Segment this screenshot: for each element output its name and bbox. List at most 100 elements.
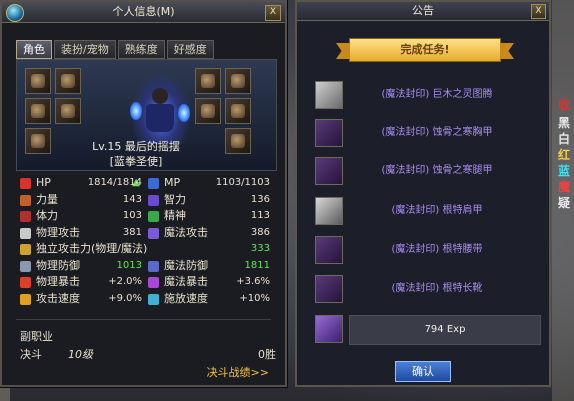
- tab-favorability[interactable]: 好感度: [166, 40, 214, 59]
- totem-icon: [315, 81, 343, 109]
- boots-icon: [315, 275, 343, 303]
- aspd-label: 攻击速度: [36, 291, 80, 305]
- pcrit-value: +2.0%: [108, 276, 142, 287]
- side-text: 收: [557, 98, 570, 112]
- mcrit-label: 魔法暴击: [164, 275, 208, 288]
- side-text: 蓝: [557, 164, 570, 178]
- side-text: 魔: [557, 180, 570, 194]
- quest-item[interactable]: (魔法封印) 根特长靴: [315, 275, 525, 303]
- stat-row: HP ▲ 1814/1814 MP 1103/1103: [16, 175, 275, 192]
- quest-item-text: (魔法封印) 蚀骨之寒胸甲: [381, 127, 493, 138]
- spr-value: 113: [250, 210, 270, 221]
- stat-row: 体力 103 精神 113: [16, 208, 275, 225]
- magic-attack-icon: [148, 227, 159, 239]
- chest-armor-icon: [315, 119, 343, 147]
- side-text: 白: [557, 132, 570, 146]
- character-info-window: 个人信息(M) X 角色 装扮/宠物 熟练度 好感度 Lv.15 最后的摇摆 […: [0, 0, 287, 387]
- vit-value: 103: [122, 210, 142, 221]
- stat-row: 攻击速度 +9.0% 施放速度 +10%: [16, 291, 275, 308]
- close-character-button[interactable]: X: [265, 5, 281, 21]
- character-tabs: 角色 装扮/宠物 熟练度 好感度: [16, 40, 214, 59]
- equip-slot-top[interactable]: [55, 68, 81, 94]
- quest-item[interactable]: (魔法封印) 蚀骨之寒腿甲: [315, 157, 525, 185]
- character-level-name: Lv.15 最后的摇摆: [92, 140, 180, 153]
- vitality-icon: [20, 211, 31, 222]
- side-text: 黑: [557, 116, 570, 130]
- indep-value: 333: [250, 243, 270, 254]
- character-figure: [130, 74, 190, 144]
- vit-label: 体力: [36, 209, 58, 222]
- character-window-title: 个人信息(M): [112, 5, 175, 18]
- book-icon: [315, 315, 343, 343]
- patk-value: 381: [122, 226, 142, 238]
- equip-slot-necklace[interactable]: [225, 98, 251, 124]
- stat-row: 物理攻击 381 魔法攻击 386: [16, 225, 275, 242]
- quest-complete-banner: 完成任务!: [349, 38, 501, 62]
- magic-defense-icon: [148, 260, 159, 272]
- tab-proficiency[interactable]: 熟练度: [117, 40, 165, 59]
- notice-titlebar[interactable]: 公告: [297, 2, 549, 21]
- pdef-value: 1013: [116, 259, 142, 271]
- cspd-label: 施放速度: [164, 291, 208, 305]
- tab-character[interactable]: 角色: [16, 40, 52, 59]
- belt-icon: [315, 236, 343, 264]
- quest-item-text: (魔法封印) 巨木之灵图腾: [381, 89, 493, 100]
- str-label: 力量: [36, 192, 58, 206]
- quest-item-text: (魔法封印) 根特腰带: [391, 244, 483, 255]
- matk-value: 386: [250, 226, 270, 238]
- strength-icon: [20, 194, 31, 206]
- duel-record-link[interactable]: 决斗战绩>>: [207, 364, 269, 380]
- equip-slot-bracelet[interactable]: [195, 98, 221, 124]
- aspd-value: +9.0%: [108, 292, 142, 304]
- equip-slot-ring[interactable]: [225, 128, 251, 154]
- hp-value: 1814/1814: [87, 177, 142, 188]
- mp-label: MP: [164, 176, 181, 189]
- intelligence-icon: [148, 194, 159, 206]
- equip-slot-title[interactable]: [225, 68, 251, 94]
- equip-slot-pants[interactable]: [25, 98, 51, 124]
- duel-level: 10级: [68, 348, 93, 361]
- close-notice-button[interactable]: X: [531, 4, 546, 19]
- physical-crit-icon: [20, 277, 31, 288]
- mp-icon: [148, 178, 159, 189]
- int-value: 136: [250, 193, 270, 205]
- stats-list: HP ▲ 1814/1814 MP 1103/1103 力量 143 智力 13…: [16, 175, 275, 307]
- quest-item[interactable]: (魔法封印) 巨木之灵图腾: [315, 81, 525, 109]
- duel-label: 决斗: [20, 348, 42, 361]
- pdef-label: 物理防御: [36, 258, 80, 272]
- notice-title: 公告: [412, 4, 434, 17]
- patk-label: 物理攻击: [36, 225, 80, 239]
- quest-item[interactable]: (魔法封印) 根特肩甲: [315, 197, 525, 225]
- spr-label: 精神: [164, 209, 186, 222]
- equip-slot-shoulder[interactable]: [25, 68, 51, 94]
- mp-value: 1103/1103: [215, 177, 270, 188]
- hp-icon: [20, 178, 31, 189]
- side-text: 疑: [557, 196, 570, 210]
- attack-speed-icon: [20, 293, 31, 305]
- equip-slot-shoes[interactable]: [25, 128, 51, 154]
- quest-item-text: (魔法封印) 蚀骨之寒腿甲: [381, 165, 493, 176]
- duel-wins: 0胜: [258, 348, 276, 361]
- character-window-titlebar[interactable]: 个人信息(M): [2, 2, 285, 23]
- confirm-button[interactable]: 确认: [395, 361, 451, 382]
- pcrit-label: 物理暴击: [36, 275, 80, 288]
- mdef-value: 1811: [244, 259, 270, 271]
- shoulder-armor-icon: [315, 197, 343, 225]
- stat-row: 力量 143 智力 136: [16, 192, 275, 209]
- cast-speed-icon: [148, 293, 159, 305]
- stat-row: 物理暴击 +2.0% 魔法暴击 +3.6%: [16, 274, 275, 291]
- equip-slot-weapon[interactable]: [195, 68, 221, 94]
- str-value: 143: [122, 193, 142, 205]
- side-text: 红: [557, 148, 570, 162]
- quest-item[interactable]: (魔法封印) 蚀骨之寒胸甲: [315, 119, 525, 147]
- indep-label: 独立攻击力(物理/魔法): [36, 242, 148, 255]
- quest-item[interactable]: (魔法封印) 根特腰带: [315, 236, 525, 264]
- quest-item-text: (魔法封印) 根特肩甲: [391, 205, 483, 216]
- stat-row: 物理防御 1013 魔法防御 1811: [16, 258, 275, 275]
- exp-reward-value: 794 Exp: [349, 315, 541, 345]
- equip-slot-belt[interactable]: [55, 98, 81, 124]
- mcrit-value: +3.6%: [236, 276, 270, 287]
- equipment-display: Lv.15 最后的摇摆 [蓝拳圣使]: [16, 59, 277, 171]
- tab-avatar-pet[interactable]: 装扮/宠物: [54, 40, 116, 59]
- mdef-label: 魔法防御: [164, 258, 208, 272]
